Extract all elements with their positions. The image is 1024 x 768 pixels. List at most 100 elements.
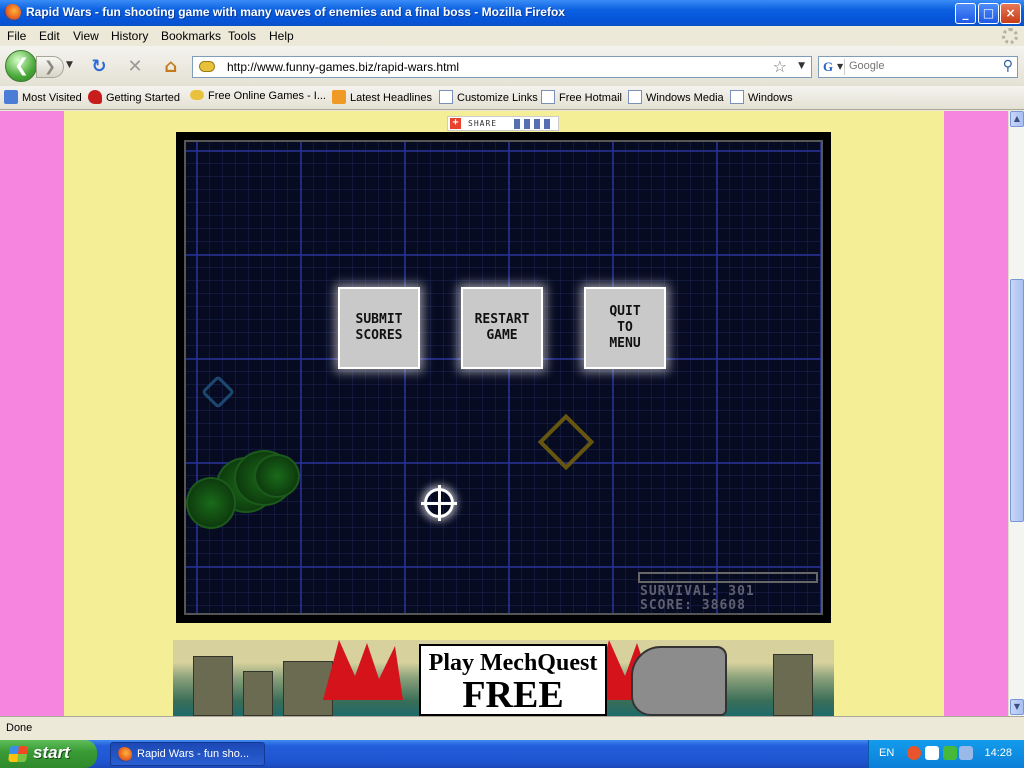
engine-dropdown-icon: ▼: [837, 62, 844, 71]
status-bar: Done: [0, 716, 1024, 740]
language-indicator[interactable]: EN: [879, 747, 894, 759]
taskbar-firefox-item[interactable]: Rapid Wars - fun sho...: [110, 742, 265, 766]
share-button[interactable]: + SHARE: [447, 116, 559, 131]
bookmark-getting-started[interactable]: Getting Started: [88, 90, 180, 106]
rss-icon: [332, 90, 346, 104]
scroll-down-icon[interactable]: ▼: [1010, 699, 1024, 715]
system-tray: EN 14:28: [868, 740, 1024, 768]
getting-started-icon: [88, 90, 102, 104]
start-label: start: [33, 743, 70, 762]
close-button[interactable]: ×: [1000, 3, 1021, 24]
scroll-thumb[interactable]: [1010, 279, 1024, 522]
game-arena[interactable]: SUBMIT SCORES RESTART GAME QUIT TO MENU …: [184, 140, 823, 615]
bookmarks-toolbar: Most Visited Getting Started Free Online…: [0, 86, 1024, 110]
title-bar[interactable]: Rapid Wars - fun shooting game with many…: [0, 0, 1024, 26]
search-engine-selector[interactable]: G ▼: [821, 59, 845, 75]
menu-help[interactable]: Help: [269, 29, 294, 43]
mechquest-ad-banner[interactable]: Play MechQuest FREE today!: [173, 640, 834, 716]
ad-rock: [773, 654, 813, 716]
home-icon[interactable]: ⌂: [160, 56, 182, 78]
page-icon: [628, 90, 642, 104]
forward-button[interactable]: ❯: [36, 56, 64, 78]
submit-scores-button[interactable]: SUBMIT SCORES: [338, 287, 420, 369]
bookmark-windows[interactable]: Windows: [730, 90, 793, 106]
tray-network-icon[interactable]: [943, 746, 957, 760]
search-icon[interactable]: ⚲: [1003, 58, 1013, 74]
most-visited-icon: [4, 90, 18, 104]
firefox-icon: [4, 4, 21, 21]
survival-bar: [638, 572, 818, 583]
menu-bookmarks[interactable]: Bookmarks: [161, 29, 221, 43]
menu-tools[interactable]: Tools: [228, 29, 256, 43]
share-label: SHARE: [468, 119, 498, 128]
scroll-up-icon[interactable]: ▲: [1010, 111, 1024, 127]
blue-enemy-icon: [201, 375, 235, 409]
bookmark-star-icon[interactable]: ☆: [773, 57, 787, 76]
ad-text-card: Play MechQuest FREE today!: [419, 644, 607, 716]
url-text[interactable]: http://www.funny-games.biz/rapid-wars.ht…: [227, 60, 459, 74]
taskbar: start Rapid Wars - fun sho... EN 14:28: [0, 740, 1024, 768]
menu-bar: File Edit View History Bookmarks Tools H…: [0, 26, 1024, 46]
activity-throbber-icon: [1002, 28, 1018, 44]
reload-icon[interactable]: ↻: [88, 56, 110, 78]
firefox-icon: [117, 747, 132, 762]
green-enemy-icon: [186, 477, 236, 529]
taskbar-item-label: Rapid Wars - fun sho...: [137, 748, 250, 760]
mech-robot-icon: [631, 646, 727, 716]
game-frame: SUBMIT SCORES RESTART GAME QUIT TO MENU …: [176, 132, 831, 623]
maximize-button[interactable]: □: [978, 3, 999, 24]
menu-view[interactable]: View: [73, 29, 99, 43]
bookmark-free-hotmail[interactable]: Free Hotmail: [541, 90, 622, 106]
history-dropdown-icon[interactable]: ▼: [66, 60, 73, 70]
menu-file[interactable]: File: [7, 29, 26, 43]
menu-history[interactable]: History: [111, 29, 148, 43]
page-content[interactable]: + SHARE SUBMIT SCORES RESTART GAME QUIT …: [0, 111, 1008, 716]
survival-readout: SURVIVAL: 301: [640, 584, 755, 599]
tray-app-icon[interactable]: [907, 746, 921, 760]
page-icon: [541, 90, 555, 104]
ad-tagline: FREE today!: [461, 674, 564, 716]
bookmark-latest-headlines[interactable]: Latest Headlines: [332, 90, 432, 106]
bookmark-windows-media[interactable]: Windows Media: [628, 90, 724, 106]
bookmark-most-visited[interactable]: Most Visited: [4, 90, 82, 106]
ad-rock: [243, 671, 273, 716]
tray-monitor-icon[interactable]: [959, 746, 973, 760]
windows-logo-icon: [8, 746, 28, 762]
stop-icon[interactable]: ✕: [124, 56, 146, 78]
back-arrow-icon: ❮: [14, 55, 30, 76]
bookmark-free-online-games[interactable]: Free Online Games - I...: [190, 90, 326, 106]
right-margin: [944, 111, 1008, 716]
clock[interactable]: 14:28: [984, 747, 1012, 759]
url-dropdown-icon[interactable]: ▼: [798, 61, 805, 71]
left-margin: [0, 111, 64, 716]
social-icons: [514, 119, 554, 129]
menu-edit[interactable]: Edit: [39, 29, 60, 43]
ad-rock: [283, 661, 333, 716]
start-button[interactable]: start: [0, 740, 97, 768]
browser-window: Rapid Wars - fun shooting game with many…: [0, 0, 1024, 740]
ad-wing: [323, 640, 403, 700]
score-readout: SCORE: 38608: [640, 598, 746, 613]
bookmark-customize-links[interactable]: Customize Links: [439, 90, 538, 106]
quit-to-menu-button[interactable]: QUIT TO MENU: [584, 287, 666, 369]
ad-headline: Play MechQuest: [428, 650, 598, 676]
tray-z-icon[interactable]: [925, 746, 939, 760]
search-bar[interactable]: G ▼ ⚲: [818, 56, 1018, 78]
google-icon: G: [823, 59, 834, 74]
site-favicon-icon: [199, 61, 215, 72]
url-bar[interactable]: http://www.funny-games.biz/rapid-wars.ht…: [192, 56, 812, 78]
share-plus-icon: +: [450, 118, 461, 129]
window-title: Rapid Wars - fun shooting game with many…: [26, 5, 565, 19]
green-enemy-icon: [254, 454, 300, 498]
funny-games-icon: [190, 90, 204, 100]
vertical-scrollbar[interactable]: ▲ ▼: [1008, 111, 1024, 716]
restart-game-button[interactable]: RESTART GAME: [461, 287, 543, 369]
minimize-button[interactable]: _: [955, 3, 976, 24]
navigation-toolbar: ❮ ❯ ▼ ↻ ✕ ⌂ http://www.funny-games.biz/r…: [0, 46, 1024, 86]
back-button[interactable]: ❮: [5, 50, 37, 82]
search-input[interactable]: [849, 60, 989, 72]
crosshair-icon: [421, 485, 457, 521]
ad-rock: [193, 656, 233, 716]
page-icon: [439, 90, 453, 104]
status-text: Done: [6, 722, 33, 734]
